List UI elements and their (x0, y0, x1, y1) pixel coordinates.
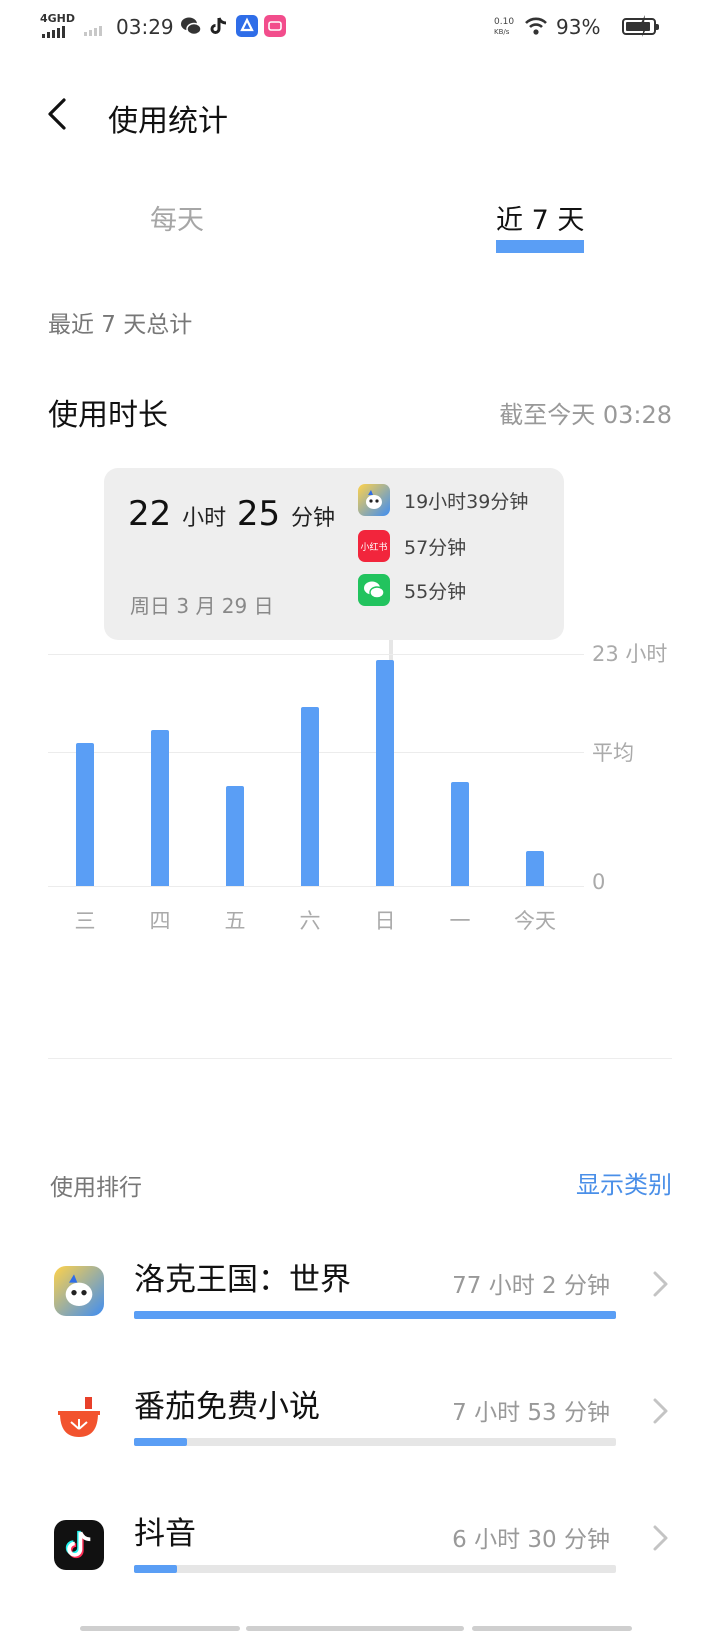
app-notification-icon (236, 15, 258, 37)
active-tab-indicator (496, 240, 584, 253)
x-tick-label: 五 (224, 909, 246, 933)
chevron-right-icon (653, 1271, 668, 1297)
bar-2[interactable] (226, 786, 244, 886)
tooltip-date: 周日 3 月 29 日 (130, 594, 274, 618)
usage-share-bar (134, 1438, 616, 1446)
gridline-zero (48, 886, 584, 887)
tooltip-app-time: 19小时39分钟 (404, 490, 529, 513)
battery-percent: 93% (556, 15, 601, 39)
tooltip-app-time: 55分钟 (404, 580, 467, 603)
y-tick-label: 0 (592, 870, 606, 894)
gridline-max (48, 654, 584, 655)
total-duration: 22 小时 25 分钟 (128, 494, 335, 534)
network-type: 4GHD (40, 12, 76, 25)
status-bar: 4GHD 03:29 0.10 KB/s 93% (0, 0, 720, 56)
app-usage-row[interactable]: 番茄免费小说 7 小时 53 分钟 (0, 1389, 720, 1503)
x-tick-label: 四 (149, 909, 171, 933)
minutes-unit: 分钟 (290, 506, 335, 531)
y-tick-label: 平均 (592, 741, 634, 765)
app-name: 番茄免费小说 (134, 1389, 320, 1425)
total-minutes: 25 (236, 494, 281, 534)
app-usage-time: 7 小时 53 分钟 (452, 1400, 610, 1426)
wechat-icon (358, 574, 390, 606)
net-speed-value: 0.10 (494, 17, 515, 27)
tooltip-app-time: 57分钟 (404, 536, 467, 559)
section-divider (48, 1058, 672, 1059)
show-category-link[interactable]: 显示类别 (576, 1165, 672, 1200)
nav-bar-segment (80, 1626, 240, 1631)
summary-caption: 最近 7 天总计 (48, 312, 193, 338)
usage-duration-title: 使用时长 (48, 398, 168, 433)
back-button[interactable] (44, 96, 72, 132)
y-tick-label: 23 小时 (592, 642, 668, 666)
roco-kingdom-icon (358, 484, 390, 516)
x-tick-label: 日 (374, 909, 396, 933)
douyin-icon (54, 1520, 104, 1570)
total-hours: 22 (128, 494, 172, 534)
tooltip-app-row: 小红书 57分钟 (358, 530, 466, 562)
signal-2-icon (84, 26, 102, 36)
app-usage-row[interactable]: 抖音 6 小时 30 分钟 (0, 1516, 720, 1630)
nav-bar-segment (246, 1626, 464, 1631)
store-notification-icon (264, 15, 286, 37)
tomato-novel-icon (54, 1393, 104, 1443)
tooltip-app-row: 19小时39分钟 (358, 484, 528, 516)
net-speed-unit: KB/s (494, 28, 510, 36)
x-tick-label: 一 (449, 909, 471, 933)
app-name: 洛克王国：世界 (134, 1262, 351, 1298)
signal-icon (42, 26, 65, 38)
chevron-right-icon (653, 1525, 668, 1551)
day-detail-tooltip: 22 小时 25 分钟 周日 3 月 29 日 19小时39分钟 小红书 57分… (104, 468, 564, 640)
as-of-time: 截至今天 03:28 (499, 401, 672, 429)
chevron-left-icon (48, 98, 66, 130)
bar-0[interactable] (76, 742, 94, 886)
status-time: 03:29 (116, 15, 174, 39)
page-title: 使用统计 (108, 104, 228, 139)
usage-share-bar (134, 1565, 616, 1573)
ranking-title: 使用排行 (50, 1175, 142, 1201)
nav-bar-segment (472, 1626, 632, 1631)
douyin-notification-icon (208, 15, 230, 37)
app-usage-time: 77 小时 2 分钟 (452, 1273, 610, 1299)
app-name: 抖音 (134, 1516, 196, 1552)
chevron-right-icon (653, 1398, 668, 1424)
wechat-notification-icon (180, 15, 202, 37)
bar-3[interactable] (301, 707, 319, 886)
bar-4[interactable] (376, 659, 394, 886)
hours-unit: 小时 (182, 506, 227, 531)
charging-icon (638, 14, 660, 37)
app-usage-row[interactable]: 洛克王国：世界 77 小时 2 分钟 (0, 1262, 720, 1376)
tab-last-7-days[interactable]: 近 7 天 (496, 198, 584, 237)
bar-1[interactable] (151, 729, 169, 886)
app-usage-time: 6 小时 30 分钟 (452, 1527, 610, 1553)
tooltip-app-row: 55分钟 (358, 574, 466, 606)
x-tick-label: 今天 (514, 909, 556, 933)
x-tick-label: 六 (299, 909, 321, 933)
xiaohongshu-icon-text: 小红书 (360, 542, 388, 553)
tab-daily[interactable]: 每天 (150, 198, 204, 237)
bar-6[interactable] (526, 850, 544, 886)
xiaohongshu-icon: 小红书 (358, 530, 390, 562)
bar-5[interactable] (451, 782, 469, 886)
wifi-icon (524, 16, 547, 38)
usage-share-bar (134, 1311, 616, 1319)
roco-kingdom-icon (54, 1266, 104, 1316)
x-tick-label: 三 (74, 909, 96, 933)
